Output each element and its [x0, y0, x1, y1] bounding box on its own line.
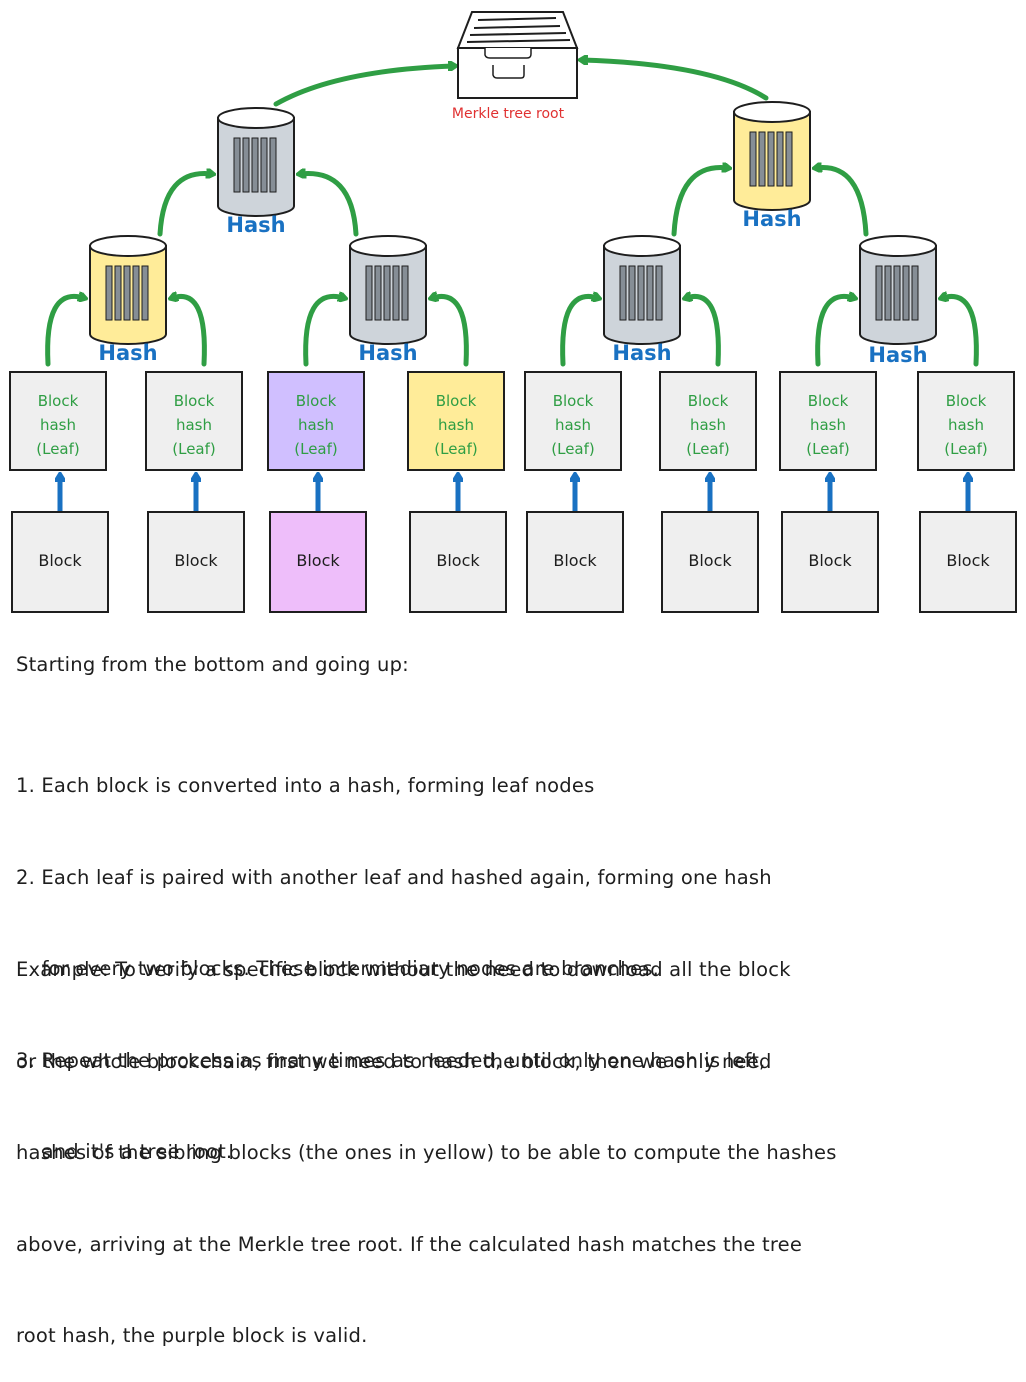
- combine-arrow: [45, 296, 84, 367]
- combine-arrow: [157, 174, 212, 237]
- leaf-label: (Leaf): [551, 440, 595, 458]
- barcode-icon: [749, 131, 793, 187]
- hash-node: Hash: [217, 107, 295, 237]
- block-label: Block: [296, 551, 340, 570]
- barcode-icon: [875, 265, 919, 321]
- leaf-label: (Leaf): [944, 440, 988, 458]
- example-paragraph: Example: To verify a specific block with…: [16, 894, 837, 1382]
- leaf-label: (Leaf): [294, 440, 338, 458]
- block-node: Block: [269, 511, 367, 613]
- block-node: Block: [409, 511, 507, 613]
- leaf-node: Block hash (Leaf): [779, 371, 877, 471]
- hash-label: Hash: [358, 341, 417, 365]
- leaf-label: Block: [808, 392, 849, 410]
- leaf-label: (Leaf): [36, 440, 80, 458]
- hash-label: Hash: [98, 341, 157, 365]
- barcode-icon: [233, 137, 277, 193]
- block-label: Block: [436, 551, 480, 570]
- block-node: Block: [919, 511, 1017, 613]
- hash-label: Hash: [612, 341, 671, 365]
- root-label: Merkle tree root: [452, 106, 565, 122]
- block-label: Block: [174, 551, 218, 570]
- barcode-icon: [365, 265, 409, 321]
- combine-arrow: [686, 296, 721, 367]
- leaf-label: hash: [948, 416, 984, 434]
- leaf-node: Block hash (Leaf): [524, 371, 622, 471]
- leaf-node: Block hash (Leaf): [407, 371, 505, 471]
- combine-arrow: [582, 60, 769, 101]
- leaf-label: (Leaf): [686, 440, 730, 458]
- leaf-label: (Leaf): [806, 440, 850, 458]
- leaf-label: hash: [438, 416, 474, 434]
- hash-node: Hash: [349, 235, 427, 365]
- block-node: Block: [11, 511, 109, 613]
- block-label: Block: [946, 551, 990, 570]
- combine-arrow: [273, 66, 454, 107]
- leaf-label: hash: [810, 416, 846, 434]
- hash-node: Hash: [89, 235, 167, 365]
- file-drawer-icon: [456, 11, 579, 99]
- hash-label: Hash: [226, 213, 285, 237]
- merkle-tree-diagram: Blockhash(Leaf)BlockBlockhash(Leaf)Block…: [9, 11, 1017, 613]
- leaf-label: hash: [690, 416, 726, 434]
- example-line: above, arriving at the Merkle tree root.…: [16, 1232, 803, 1256]
- example-line: or the whole blockchain, first we need t…: [16, 1049, 772, 1073]
- combine-arrow: [942, 296, 979, 367]
- combine-arrow: [816, 168, 869, 237]
- combine-arrow: [303, 296, 344, 367]
- merkle-root: Merkle tree root: [452, 11, 579, 122]
- step-line: 2. Each leaf is paired with another leaf…: [16, 865, 772, 889]
- example-line: Example: To verify a specific block with…: [16, 958, 791, 981]
- hash-node: Hash: [603, 235, 681, 365]
- block-label: Block: [808, 551, 852, 570]
- leaf-node: Block hash (Leaf): [267, 371, 365, 471]
- leaf-label: Block: [688, 392, 729, 410]
- combine-arrow: [432, 296, 469, 367]
- example-line: hashes of the sibling blocks (the ones i…: [16, 1141, 837, 1164]
- step-line: 1. Each block is converted into a hash, …: [16, 774, 595, 797]
- block-node: Block: [147, 511, 245, 613]
- leaf-label: Block: [946, 392, 987, 410]
- combine-arrow: [671, 168, 728, 237]
- combine-arrow: [300, 174, 359, 237]
- block-label: Block: [688, 551, 732, 570]
- leaf-label: hash: [40, 416, 76, 434]
- hash-node: Hash: [859, 235, 937, 367]
- leaf-label: hash: [176, 416, 212, 434]
- block-label: Block: [553, 551, 597, 570]
- leaf-label: hash: [555, 416, 591, 434]
- leaf-label: (Leaf): [172, 440, 216, 458]
- intro-text: Starting from the bottom and going up:: [16, 653, 409, 676]
- block-label: Block: [38, 551, 82, 570]
- example-line: root hash, the purple block is valid.: [16, 1324, 368, 1347]
- barcode-icon: [619, 265, 663, 321]
- block-node: Block: [781, 511, 879, 613]
- leaf-node: Block hash (Leaf): [659, 371, 757, 471]
- hash-label: Hash: [868, 343, 927, 367]
- leaf-node: Block hash (Leaf): [145, 371, 243, 471]
- leaf-label: Block: [174, 392, 215, 410]
- leaf-label: Block: [436, 392, 477, 410]
- block-node: Block: [526, 511, 624, 613]
- leaf-label: Block: [296, 392, 337, 410]
- combine-arrow: [560, 296, 598, 367]
- combine-arrow: [815, 296, 854, 367]
- hash-node: Hash: [733, 101, 811, 231]
- combine-arrow: [172, 296, 207, 367]
- leaf-node: Block hash (Leaf): [9, 371, 107, 471]
- leaf-label: Block: [38, 392, 79, 410]
- leaf-label: hash: [298, 416, 334, 434]
- leaf-node: Block hash (Leaf): [917, 371, 1015, 471]
- hash-label: Hash: [742, 207, 801, 231]
- leaf-label: Block: [553, 392, 594, 410]
- block-node: Block: [661, 511, 759, 613]
- leaf-label: (Leaf): [434, 440, 478, 458]
- barcode-icon: [105, 265, 149, 321]
